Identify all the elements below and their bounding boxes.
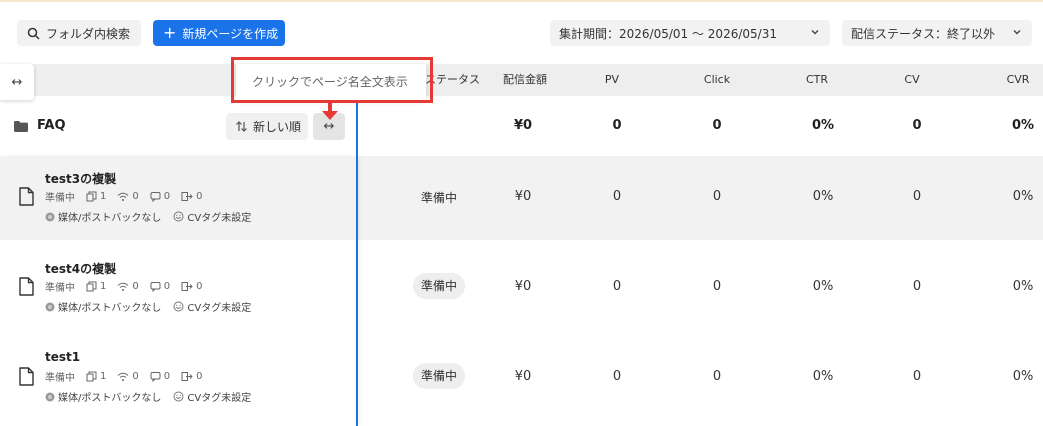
row-pv: 0 [612,189,622,204]
top-border [0,0,1043,2]
row-ctr: 0% [812,279,834,294]
row-cv: 0 [912,279,922,294]
folder-click: 0 [712,118,722,133]
folder-pv: 0 [612,118,622,133]
status-badge: 準備中 [420,191,457,205]
row-ctr: 0% [812,369,834,384]
plus-icon: + [163,23,177,42]
sort-button[interactable]: 新しい順 [226,113,308,140]
column-resize-handle[interactable] [356,64,358,426]
row-amount: ¥0 [514,279,532,294]
horizontal-arrows-icon: ↔ [11,74,23,90]
column-header-cv[interactable]: CV [897,64,927,96]
sort-label: 新しい順 [253,120,302,134]
row-ctr: 0% [812,189,834,204]
column-header-click[interactable]: Click [692,64,742,96]
status-filter-select[interactable]: 配信ステータス：終了以外 [842,20,1032,46]
column-header-pv[interactable]: PV [592,64,632,96]
period-label: 集計期間：2026/05/01 〜 2026/05/31 [559,26,777,41]
row-cvr: 0% [1012,369,1034,384]
column-header-amount[interactable]: 配信金額 [495,64,555,96]
column-header-ctr[interactable]: CTR [797,64,837,96]
row-amount: ¥0 [514,369,532,384]
row-cvr: 0% [1012,279,1034,294]
search-icon [27,27,40,40]
chevron-down-icon [1013,30,1021,35]
folder-cvr: 0% [1011,118,1035,133]
row-cv: 0 [912,369,922,384]
sort-icon [236,121,247,132]
row-click: 0 [712,189,722,204]
status-filter-label: 配信ステータス：終了以外 [851,26,996,41]
horizontal-arrows-icon: ↔ [323,119,335,134]
folder-search-label: フォルダ内検索 [46,26,131,41]
row-click: 0 [712,279,722,294]
new-page-button[interactable]: + 新規ページを作成 [153,20,285,46]
folder-name[interactable]: FAQ [37,118,66,133]
row-amount: ¥0 [514,189,532,204]
period-select[interactable]: 集計期間：2026/05/01 〜 2026/05/31 [550,20,830,46]
row-click: 0 [712,369,722,384]
chevron-down-icon [811,30,819,35]
folder-icon [14,121,28,132]
row-cvr: 0% [1012,189,1034,204]
folder-cv: 0 [912,118,922,133]
highlight-box [231,57,433,103]
folder-amount: ¥0 [513,118,533,133]
row-cv: 0 [912,189,922,204]
folder-search-button[interactable]: フォルダ内検索 [17,20,141,46]
folder-ctr: 0% [811,118,835,133]
highlight-arrow-head [322,111,338,120]
status-badge: 準備中 [413,273,465,299]
new-page-label: 新規ページを作成 [182,26,279,41]
sticky-column-shadow [0,156,358,426]
expand-sidebar-button[interactable]: ↔ [0,64,34,100]
column-header-cvr[interactable]: CVR [1000,64,1036,96]
status-badge: 準備中 [413,363,465,389]
row-pv: 0 [612,279,622,294]
row-pv: 0 [612,369,622,384]
